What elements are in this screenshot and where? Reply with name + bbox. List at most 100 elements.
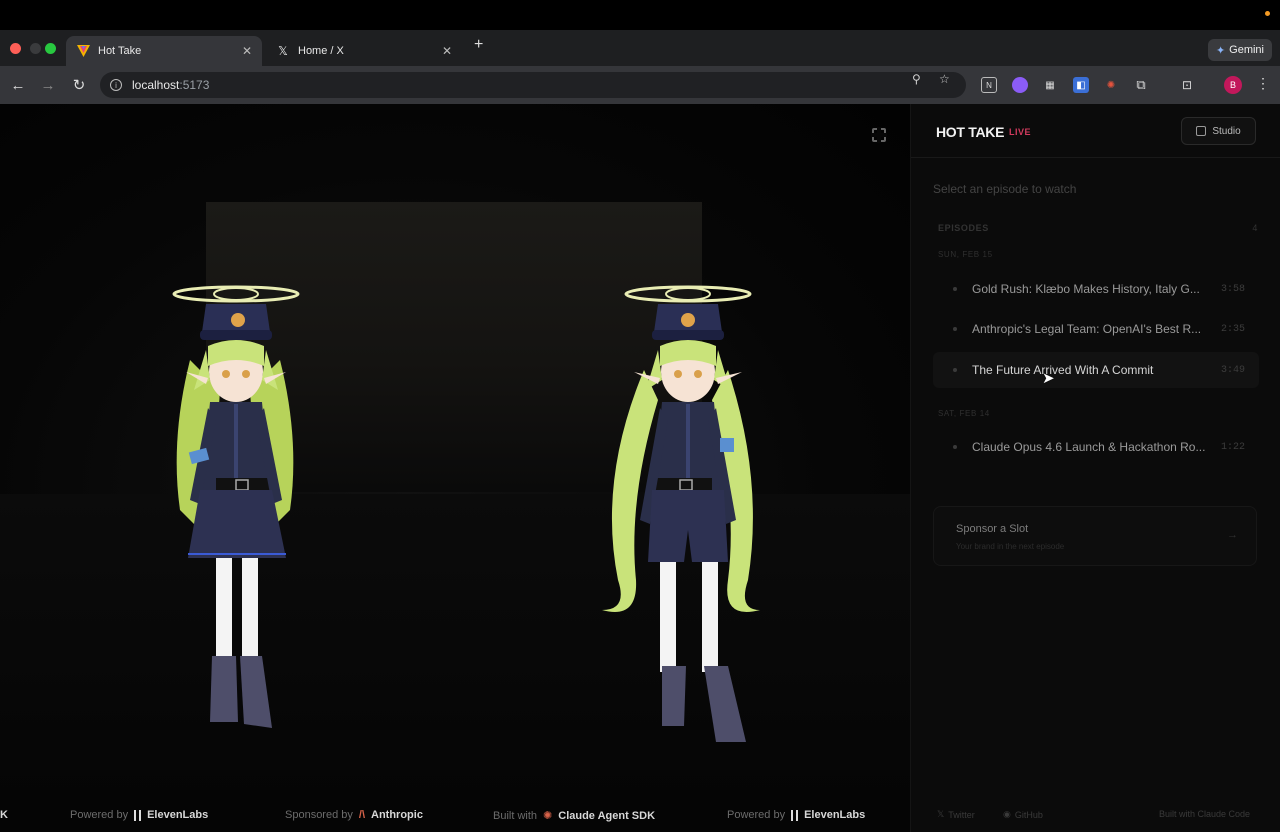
episode-duration: 3:49 (1220, 364, 1245, 376)
extension-blue-icon[interactable]: ◧ (1073, 77, 1089, 93)
browser-toolbar: ← → ↻ i localhost:5173 ⚲ ☆ N ▦ ◧ ✺ ⧉ ⊡ B… (0, 66, 1280, 104)
episode-duration: 1:22 (1220, 441, 1245, 453)
github-icon: ◉ (1003, 809, 1011, 819)
twitter-link[interactable]: 𝕏 Twitter (937, 809, 975, 820)
anthropic-icon: /\ (358, 809, 366, 821)
sponsor-title: Sponsor a Slot (956, 523, 1029, 535)
tab-x-home[interactable]: 𝕏 Home / X ✕ (266, 36, 462, 66)
live-badge: LIVE (1009, 127, 1032, 137)
ticker-brand: Anthropic (371, 809, 423, 821)
ticker-brand: Claude Agent SDK (558, 809, 656, 822)
address-host: localhost (132, 78, 180, 92)
notion-extension-icon[interactable]: N (981, 77, 997, 93)
sponsor-ticker: K Powered by ElevenLabs Sponsored by /\ … (0, 800, 910, 832)
ticker-item: Powered by ElevenLabs (727, 809, 865, 821)
sidebar-footer: 𝕏 Twitter ◉ GitHub Built with Claude Cod… (911, 800, 1280, 832)
browser-menu-icon[interactable]: ⋮ (1256, 75, 1270, 92)
episode-title: Anthropic's Legal Team: OpenAI's Best R.… (972, 322, 1202, 336)
date-group-label: SUN, FEB 15 (938, 250, 993, 259)
episode-item[interactable]: The Future Arrived With A Commit 3:49 (933, 352, 1259, 388)
studio-button[interactable]: Studio (1181, 117, 1256, 145)
zoom-icon[interactable]: ⚲ (912, 72, 921, 86)
twitter-label: Twitter (948, 809, 975, 820)
x-logo-icon: 𝕏 (278, 44, 288, 58)
elevenlabs-icon (791, 809, 799, 821)
episodes-heading: EPISODES 4 (938, 223, 1258, 233)
ticker-brand: ElevenLabs (804, 809, 866, 821)
new-tab-button[interactable]: + (474, 36, 483, 54)
built-with-text: Built with Claude Code (1159, 809, 1251, 819)
tab-title: Hot Take (98, 45, 142, 57)
sponsor-slot-card[interactable]: Sponsor a Slot Your brand in the next ep… (933, 506, 1257, 566)
reading-mode-icon[interactable]: ⊡ (1179, 77, 1195, 93)
stage-floor (0, 494, 910, 800)
episodes-heading-label: EPISODES (938, 223, 989, 233)
episode-duration: 3:58 (1220, 283, 1245, 295)
arrow-right-icon: → (1227, 529, 1238, 541)
app-title: HOT TAKE (936, 124, 1005, 140)
video-stage (0, 104, 910, 800)
ticker-prefix: Powered by (727, 809, 786, 821)
studio-icon (1196, 126, 1207, 136)
bookmark-star-icon[interactable]: ☆ (939, 72, 950, 86)
ticker-prefix: Built with (493, 809, 538, 822)
episodes-count: 4 (1252, 223, 1258, 233)
tab-close-icon[interactable]: ✕ (442, 44, 452, 58)
extension-burst-icon[interactable]: ✺ (1103, 77, 1119, 93)
back-button[interactable]: ← (8, 75, 28, 95)
github-label: GitHub (1014, 809, 1043, 820)
elevenlabs-icon (134, 809, 142, 821)
ticker-prefix: Powered by (70, 809, 129, 821)
ticker-item: Powered by ElevenLabs (70, 809, 208, 821)
gemini-label: Gemini (1229, 44, 1264, 56)
tab-title: Home / X (298, 45, 344, 57)
select-episode-hint: Select an episode to watch (933, 182, 1077, 196)
episode-item[interactable]: Gold Rush: Klæbo Makes History, Italy G.… (933, 271, 1259, 307)
episode-duration: 2:35 (1220, 323, 1245, 335)
tab-close-icon[interactable]: ✕ (242, 44, 252, 58)
ticker-prefix: Sponsored by (285, 809, 353, 821)
avatar-right-character (588, 280, 768, 800)
episode-dot (953, 445, 957, 449)
profile-avatar[interactable]: B (1224, 76, 1242, 94)
date-group-label: SAT, FEB 14 (938, 409, 990, 418)
mouse-pointer-icon: ➤ (1042, 370, 1055, 387)
gemini-button[interactable]: ✦ Gemini (1207, 39, 1272, 61)
episode-item[interactable]: Claude Opus 4.6 Launch & Hackathon Ro...… (933, 429, 1259, 465)
episodes-sidebar: HOT TAKE LIVE Studio Select an episode t… (910, 104, 1280, 832)
sidebar-header: HOT TAKE LIVE Studio (911, 104, 1280, 158)
ticker-brand: ElevenLabs (147, 809, 209, 821)
extension-purple-icon[interactable] (1012, 77, 1028, 93)
tab-strip: Hot Take ✕ 𝕏 Home / X ✕ + ✦ Gemini (0, 30, 1280, 66)
claude-icon: ✺ (543, 810, 553, 822)
menu-bar (0, 0, 1280, 30)
fullscreen-icon[interactable] (871, 127, 887, 143)
window-close-button[interactable] (10, 43, 21, 54)
extensions-puzzle-icon[interactable]: ⧉ (1133, 77, 1149, 93)
episode-dot (953, 368, 957, 372)
forward-button[interactable]: → (38, 75, 58, 95)
sponsor-subtitle: Your brand in the next episode (956, 542, 1065, 551)
studio-label: Studio (1212, 125, 1241, 137)
extension-puzzle-grid-icon[interactable]: ▦ (1042, 77, 1058, 93)
window-zoom-button[interactable] (45, 43, 56, 54)
episode-dot (953, 327, 957, 331)
avatar-left-character (150, 280, 320, 800)
github-link[interactable]: ◉ GitHub (1003, 809, 1043, 820)
ticker-item: K (0, 809, 8, 821)
site-info-icon[interactable]: i (110, 79, 122, 91)
tab-hot-take[interactable]: Hot Take ✕ (66, 36, 262, 66)
episode-title: The Future Arrived With A Commit (972, 363, 1154, 377)
address-bar[interactable]: i localhost:5173 (100, 72, 966, 98)
ticker-item: Built with ✺ Claude Agent SDK (493, 809, 656, 823)
ticker-item: Sponsored by /\ Anthropic (285, 809, 423, 821)
episode-title: Claude Opus 4.6 Launch & Hackathon Ro... (972, 440, 1206, 454)
recording-indicator (1265, 11, 1270, 16)
episode-dot (953, 287, 957, 291)
episode-item[interactable]: Anthropic's Legal Team: OpenAI's Best R.… (933, 311, 1259, 347)
episode-title: Gold Rush: Klæbo Makes History, Italy G.… (972, 282, 1200, 296)
reload-button[interactable]: ↻ (69, 75, 89, 95)
hot-take-favicon (76, 44, 90, 58)
address-port: :5173 (179, 78, 210, 92)
window-minimize-button[interactable] (30, 43, 41, 54)
